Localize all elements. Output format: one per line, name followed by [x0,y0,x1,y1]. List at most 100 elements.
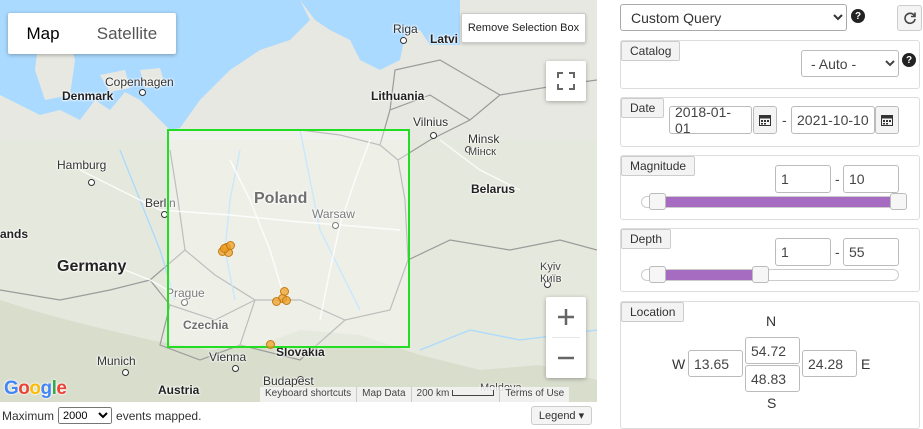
events-footer: Maximum 2000 events mapped. Legend ▾ [0,402,597,429]
depth-slider[interactable] [641,266,899,283]
city-dot [139,89,146,96]
fullscreen-icon [557,72,575,90]
catalog-section: Catalog - Auto - ? [620,40,920,89]
refresh-icon [903,12,916,25]
zoom-control [546,297,586,378]
max-events-suffix: events mapped. [116,408,202,423]
depth-separator: - [835,244,840,260]
date-separator: - [782,112,787,128]
label-munich: Munich [97,354,136,368]
magnitude-slider[interactable] [641,193,907,210]
google-logo-letter: g [40,378,53,399]
minus-icon [558,356,574,360]
location-section: Location N 54.72 W 13.65 24.28 E 48.83 S [620,301,920,429]
depth-max-input[interactable]: 55 [843,238,899,266]
map-attribution: Keyboard shortcuts Map Data 200 km Terms… [260,387,570,402]
east-longitude-input[interactable]: 24.28 [802,350,857,377]
magnitude-min-input[interactable]: 1 [775,165,831,193]
label-kyiv-cyrillic: Київ [540,273,562,285]
depth-min-handle[interactable] [649,266,666,283]
scale-indicator[interactable]: 200 km [410,387,500,402]
google-logo-letter: o [29,378,41,399]
east-label: E [861,356,871,372]
plus-icon [558,309,574,325]
selection-box[interactable] [167,129,410,348]
event-marker[interactable] [272,297,281,306]
north-label: N [766,313,777,329]
keyboard-shortcuts-link[interactable]: Keyboard shortcuts [260,387,356,402]
magnitude-max-handle[interactable] [890,193,907,210]
label-minsk: Minsk [468,132,500,146]
query-help-icon[interactable]: ? [851,9,865,23]
north-latitude-input[interactable]: 54.72 [745,337,800,364]
calendar-icon [881,115,893,126]
query-type-select[interactable]: Custom Query [620,4,847,31]
catalog-select[interactable]: - Auto - [801,50,899,77]
remove-selection-box-button[interactable]: Remove Selection Box [461,13,586,43]
scale-bar [452,390,495,397]
end-date-picker-button[interactable] [875,106,899,134]
depth-section: Depth 1 - 55 [620,228,920,292]
south-latitude-input[interactable]: 48.83 [745,365,800,392]
event-marker[interactable] [226,241,235,250]
google-logo: Google [4,378,67,400]
legend-button[interactable]: Legend ▾ [531,406,592,425]
max-events-prefix: Maximum [2,408,55,423]
magnitude-range-fill [658,197,892,207]
label-belarus: Belarus [471,182,516,196]
magnitude-section: Magnitude 1 - 10 [620,155,920,220]
city-dot [122,369,129,376]
map-type-toggle: Map Satellite [8,13,176,54]
label-germany: Germany [57,258,127,275]
refresh-button[interactable] [897,5,922,31]
event-marker[interactable] [282,296,291,305]
zoom-out-button[interactable] [546,338,586,378]
catalog-help-icon[interactable]: ? [902,53,916,67]
label-vienna: Vienna [209,350,247,364]
zoom-in-button[interactable] [546,297,586,337]
label-minsk-cyrillic: Мінск [468,146,496,158]
city-dot [232,365,239,372]
google-logo-letter: e [56,378,67,399]
max-events-select[interactable]: 2000 [58,407,113,424]
date-section: Date 2018-01-01 - 2021-10-10 [620,97,920,147]
date-label: Date [621,98,665,118]
city-dot [400,37,407,44]
label-austria: Austria [158,383,200,397]
query-panel: Custom Query ? Catalog - Auto - ? Date 2… [620,0,923,429]
magnitude-max-input[interactable]: 10 [843,165,899,193]
depth-min-input[interactable]: 1 [775,238,831,266]
label-riga: Riga [393,22,418,36]
start-date-input[interactable]: 2018-01-01 [669,104,752,136]
label-copenhagen: Copenhagen [105,75,174,89]
city-dot [88,179,95,186]
magnitude-separator: - [835,171,840,187]
south-label: S [767,395,777,411]
magnitude-min-handle[interactable] [649,193,666,210]
fullscreen-button[interactable] [546,61,586,101]
label-budapest: Budapest [263,374,314,388]
google-logo-letter: o [18,378,30,399]
label-latvia: Latvi [430,32,459,46]
label-denmark: Denmark [62,89,114,103]
start-date-picker-button[interactable] [753,106,777,134]
map-type-map-button[interactable]: Map [8,13,78,54]
event-marker[interactable] [266,340,275,349]
label-lands: ands [0,227,29,241]
map-type-satellite-button[interactable]: Satellite [78,13,176,54]
terms-of-use-link[interactable]: Terms of Use [499,387,569,402]
west-label: W [672,356,686,372]
city-dot [430,132,437,139]
calendar-icon [759,115,771,126]
depth-label: Depth [621,229,672,249]
end-date-input[interactable]: 2021-10-10 [791,106,875,134]
google-logo-letter: G [4,378,19,399]
magnitude-label: Magnitude [621,156,696,176]
label-vilnius: Vilnius [413,115,449,129]
label-kyiv: Kyiv [540,261,561,273]
location-label: Location [621,302,685,322]
map-data-link[interactable]: Map Data [356,387,410,402]
west-longitude-input[interactable]: 13.65 [688,350,743,377]
map-view[interactable]: Poland Germany Czechia Slovakia Austria … [0,0,597,402]
depth-max-handle[interactable] [752,266,769,283]
